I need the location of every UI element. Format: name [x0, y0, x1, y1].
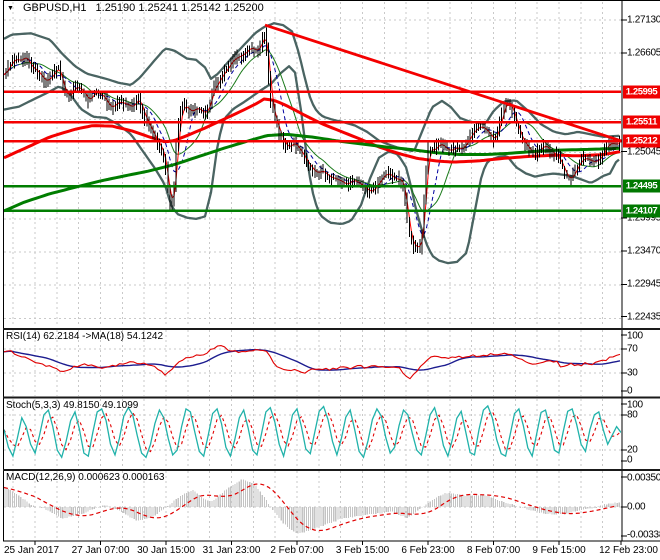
time-label: 6 Feb 23:00	[401, 545, 455, 556]
time-label: 3 Feb 15:00	[335, 545, 390, 556]
time-label: 2 Feb 07:00	[270, 545, 324, 556]
time-axis[interactable]: 25 Jan 2017 27 Jan 07:00 30 Jan 15:00 31 Ja…	[0, 541, 660, 560]
ohlc-quote-values: 1.25190 1.25241 1.25142 1.25200	[95, 2, 264, 14]
time-label: 9 Feb 15:00	[532, 545, 586, 556]
macd-indicator-label: MACD(12,26,9) 0.000623 0.000163	[6, 472, 165, 483]
time-label: 8 Feb 07:00	[466, 545, 521, 556]
time-label: 27 Jan 07:00	[71, 545, 130, 556]
time-label: 30 Jan 15:00	[137, 545, 195, 556]
time-label: 25 Jan 2017	[4, 545, 60, 556]
symbol-period-label: GBPUSD,H1	[22, 2, 87, 14]
rsi-indicator-label: RSI(14) 62.2184 ->MA(18) 54.1242	[6, 331, 164, 342]
time-label: 12 Feb 23:00	[599, 545, 658, 556]
time-label: 31 Jan 23:00	[202, 545, 261, 556]
chart-window: ▼ GBPUSD,H1 1.25190 1.25241 1.25142 1.25…	[0, 0, 660, 560]
stoch-indicator-label: Stoch(5,3,3) 49.8150 49.1099	[6, 400, 139, 411]
symbol-dropdown-icon[interactable]: ▼	[7, 5, 14, 12]
chart-title: ▼ GBPUSD,H1 1.25190 1.25241 1.25142 1.25…	[7, 2, 264, 14]
